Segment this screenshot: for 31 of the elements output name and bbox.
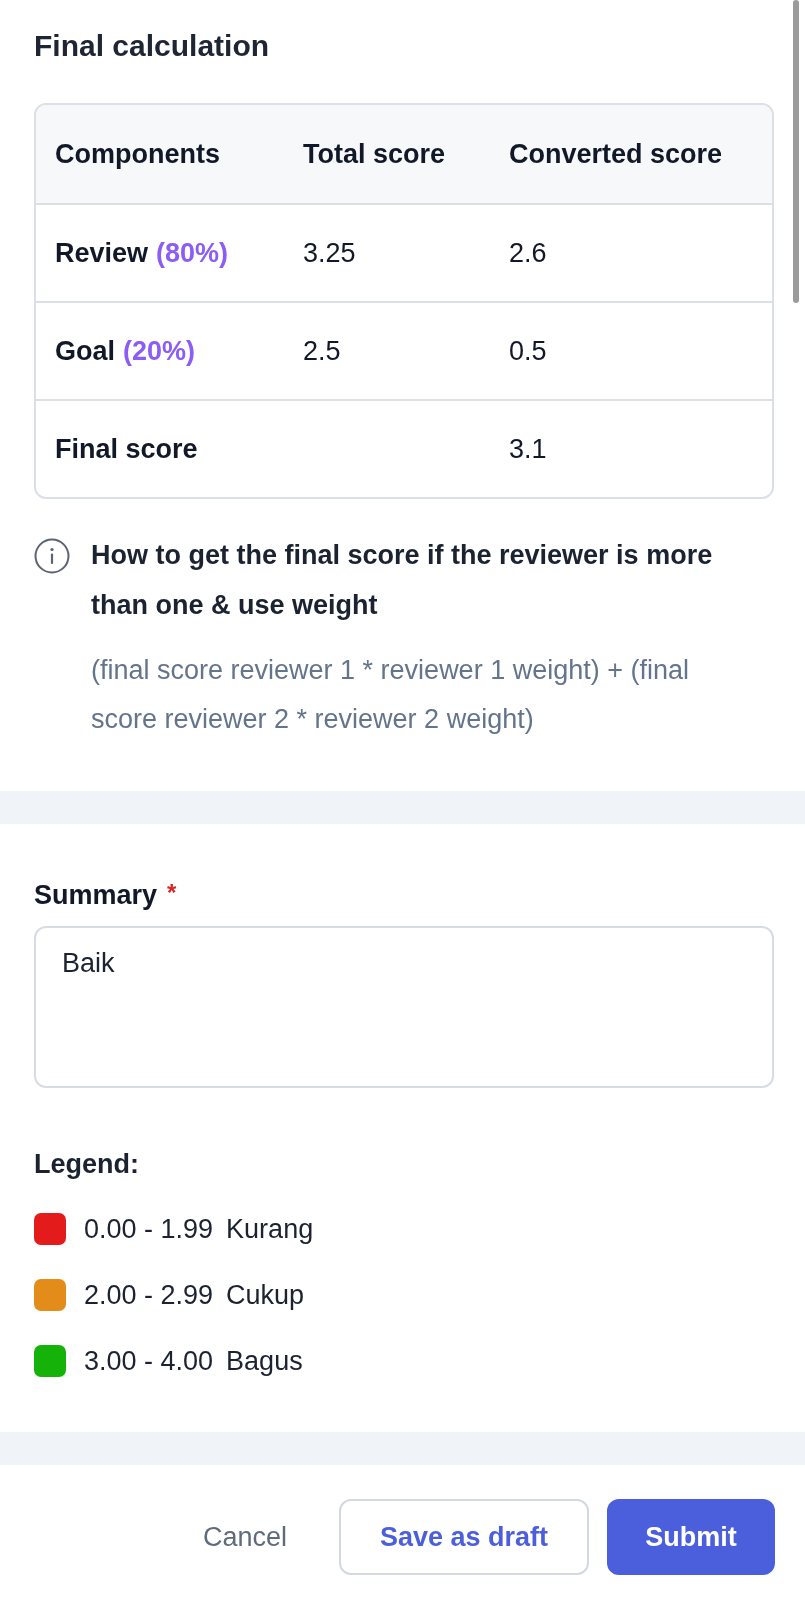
- column-header: Converted score: [509, 137, 723, 171]
- save-draft-button[interactable]: Save as draft: [339, 1499, 589, 1575]
- legend-label: Cukup: [226, 1278, 305, 1312]
- legend-label: Kurang: [226, 1212, 314, 1246]
- score-range: 2.00 - 2.99: [84, 1278, 214, 1312]
- info-icon: [34, 538, 70, 574]
- summary-field[interactable]: Baik: [34, 926, 774, 1088]
- component-name: Review: [55, 236, 149, 270]
- weight-percentage: (20%): [123, 334, 196, 368]
- legend-title: Legend:: [34, 1148, 139, 1181]
- table-cell-text: 3.25: [303, 236, 356, 270]
- component-name: Final score: [55, 432, 198, 466]
- column-header: Total score: [303, 137, 446, 171]
- section-title: Final calculation: [34, 28, 270, 64]
- field-label: Summary: [34, 878, 158, 912]
- legend-label: Bagus: [226, 1344, 303, 1378]
- info-heading: How to get the final score if the reviewer is more than one & use weight: [91, 539, 714, 622]
- table-cell-text: 2.6: [509, 236, 547, 270]
- table-cell-text: 2.5: [303, 334, 341, 368]
- table-cell-text: 3.1: [509, 432, 547, 466]
- cancel-button[interactable]: Cancel: [168, 1499, 321, 1575]
- scrollbar-thumb[interactable]: [793, 0, 799, 303]
- score-range: 3.00 - 4.00: [84, 1344, 214, 1378]
- table-cell-text: 0.5: [509, 334, 547, 368]
- weight-percentage: (80%): [156, 236, 229, 270]
- column-header: Components: [55, 137, 220, 171]
- formula-text: (final score reviewer 1 * reviewer 1 weight) + (final score reviewer 2 * reviewer 2 weight): [91, 654, 690, 736]
- score-range: 0.00 - 1.99: [84, 1212, 214, 1246]
- component-name: Goal: [55, 334, 115, 368]
- submit-button[interactable]: Submit: [607, 1499, 775, 1575]
- required-mark: *: [167, 878, 177, 908]
